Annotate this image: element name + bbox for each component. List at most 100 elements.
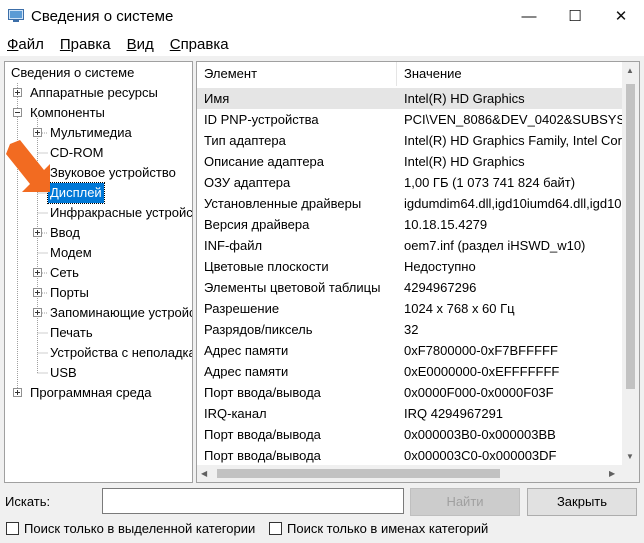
expand-icon[interactable] bbox=[33, 288, 42, 297]
cell-item: Тип адаптера bbox=[204, 133, 286, 148]
tree-root[interactable]: Сведения о системе bbox=[11, 63, 134, 83]
cell-item: Адрес памяти bbox=[204, 343, 289, 358]
cell-value: igdumdim64.dll,igd10iumd64.dll,igd10 bbox=[404, 196, 622, 211]
table-row[interactable]: Адрес памяти 0xF7800000-0xF7BFFFFF bbox=[197, 340, 623, 361]
close-dialog-button[interactable]: Закрыть bbox=[527, 488, 637, 516]
cell-value: 32 bbox=[404, 322, 419, 337]
cell-value: Intel(R) HD Graphics bbox=[404, 154, 525, 169]
vertical-scrollbar[interactable]: ▲ ▼ bbox=[622, 62, 639, 465]
search-label: Искать: bbox=[5, 494, 51, 509]
table-row[interactable]: ОЗУ адаптера 1,00 ГБ (1 073 741 824 байт) bbox=[197, 172, 623, 193]
category-tree[interactable]: Сведения о системе Аппаратные ресурсы Ко… bbox=[4, 61, 193, 483]
find-button[interactable]: Найти bbox=[410, 488, 520, 516]
scroll-right-icon[interactable]: ▶ bbox=[609, 469, 615, 478]
table-row[interactable]: Тип адаптера Intel(R) HD Graphics Family,… bbox=[197, 130, 624, 151]
column-header-item[interactable]: Элемент bbox=[197, 62, 397, 86]
table-row[interactable]: Порт ввода/вывода 0x000003B0-0x000003BB bbox=[197, 424, 623, 445]
table-row[interactable]: INF-файл oem7.inf (раздел iHSWD_w10) bbox=[197, 235, 623, 256]
details-list[interactable]: Элемент Значение Имя Intel(R) HD Graphics… bbox=[196, 61, 640, 483]
system-info-icon bbox=[8, 9, 24, 22]
scroll-left-icon[interactable]: ◀ bbox=[201, 469, 207, 478]
table-row[interactable]: Цветовые плоскости Недоступно bbox=[197, 256, 623, 277]
minimize-button[interactable]: — bbox=[506, 0, 552, 32]
table-row[interactable]: Элементы цветовой таблицы 4294967296 bbox=[197, 277, 623, 298]
table-row[interactable]: Адрес памяти 0xE0000000-0xEFFFFFFF bbox=[197, 361, 623, 382]
expand-icon[interactable] bbox=[13, 88, 22, 97]
menu-help[interactable]: Справка bbox=[162, 34, 237, 56]
vertical-scroll-thumb[interactable] bbox=[626, 84, 635, 389]
cell-item: Имя bbox=[204, 91, 230, 106]
expand-icon[interactable] bbox=[33, 268, 42, 277]
cell-item: ОЗУ адаптера bbox=[204, 175, 291, 190]
cell-item: Порт ввода/вывода bbox=[204, 427, 321, 442]
cell-item: IRQ-канал bbox=[204, 406, 267, 421]
menu-view[interactable]: Вид bbox=[119, 34, 162, 56]
table-row[interactable]: Порт ввода/вывода 0x000003C0-0x000003DF bbox=[197, 445, 623, 466]
table-row[interactable]: Установленные драйверы igdumdim64.dll,igd… bbox=[197, 193, 623, 214]
column-header-value[interactable]: Значение bbox=[397, 62, 622, 86]
cell-value: 0xF7800000-0xF7BFFFFF bbox=[404, 343, 558, 358]
expand-icon[interactable] bbox=[33, 308, 42, 317]
cell-value: IRQ 4294967291 bbox=[404, 406, 504, 421]
scroll-up-icon[interactable]: ▲ bbox=[626, 66, 634, 75]
expand-icon[interactable] bbox=[13, 388, 22, 397]
scroll-down-icon[interactable]: ▼ bbox=[626, 452, 634, 461]
cell-value: Intel(R) HD Graphics bbox=[404, 91, 525, 106]
cell-value: PCI\VEN_8086&DEV_0402&SUBSYS_85 bbox=[404, 112, 624, 127]
cell-value: 4294967296 bbox=[404, 280, 477, 295]
cell-item: Порт ввода/вывода bbox=[204, 448, 321, 463]
cell-item: Версия драйвера bbox=[204, 217, 310, 232]
cell-item: Цветовые плоскости bbox=[204, 259, 329, 274]
expand-icon[interactable] bbox=[33, 128, 42, 137]
cell-item: Установленные драйверы bbox=[204, 196, 362, 211]
table-row[interactable]: ID PNP-устройства PCI\VEN_8086&DEV_0402&S… bbox=[197, 109, 624, 130]
horizontal-scrollbar[interactable]: ◀ ▶ bbox=[197, 465, 622, 482]
horizontal-scroll-thumb[interactable] bbox=[217, 469, 500, 478]
menu-file[interactable]: Файл bbox=[0, 34, 52, 56]
cell-item: Элементы цветовой таблицы bbox=[204, 280, 381, 295]
collapse-icon[interactable] bbox=[13, 108, 22, 117]
checkbox-search-names[interactable] bbox=[269, 522, 282, 535]
cell-item: Разрядов/пиксель bbox=[204, 322, 313, 337]
cell-value: 0x000003C0-0x000003DF bbox=[404, 448, 557, 463]
cell-value: Недоступно bbox=[404, 259, 476, 274]
cell-value: 0x0000F000-0x0000F03F bbox=[404, 385, 554, 400]
table-row[interactable]: Разрядов/пиксель 32 bbox=[197, 319, 623, 340]
minimize-icon: — bbox=[521, 7, 537, 25]
table-row[interactable]: Имя Intel(R) HD Graphics bbox=[197, 88, 623, 109]
table-row[interactable]: Порт ввода/вывода 0x0000F000-0x0000F03F bbox=[197, 382, 623, 403]
table-row[interactable]: Версия драйвера 10.18.15.4279 bbox=[197, 214, 623, 235]
menu-edit[interactable]: Правка bbox=[52, 34, 119, 56]
close-icon: ✕ bbox=[614, 8, 628, 25]
table-row[interactable]: Разрешение 1024 x 768 x 60 Гц bbox=[197, 298, 623, 319]
cell-item: Разрешение bbox=[204, 301, 280, 316]
cell-item: ID PNP-устройства bbox=[204, 112, 319, 127]
cell-item: Адрес памяти bbox=[204, 364, 289, 379]
scrollbar-corner bbox=[622, 465, 639, 482]
maximize-icon: ☐ bbox=[568, 8, 582, 25]
maximize-button[interactable]: ☐ bbox=[552, 0, 598, 32]
annotation-arrow-icon bbox=[6, 140, 50, 192]
checkbox-search-selected-row[interactable]: Поиск только в выделенной категории bbox=[6, 520, 255, 537]
cell-item: INF-файл bbox=[204, 238, 263, 253]
expand-icon[interactable] bbox=[33, 228, 42, 237]
table-row[interactable]: Описание адаптера Intel(R) HD Graphics bbox=[197, 151, 623, 172]
checkbox-search-selected-label: Поиск только в выделенной категории bbox=[24, 521, 256, 536]
close-button[interactable]: ✕ bbox=[598, 0, 644, 32]
checkbox-search-selected[interactable] bbox=[6, 522, 19, 535]
cell-value: Intel(R) HD Graphics Family, Intel Corp bbox=[404, 133, 624, 148]
cell-item: Описание адаптера bbox=[204, 154, 325, 169]
cell-value: 10.18.15.4279 bbox=[404, 217, 488, 232]
cell-value: 0x000003B0-0x000003BB bbox=[404, 427, 556, 442]
window-title: Сведения о системе bbox=[31, 8, 174, 25]
title-bar: Сведения о системе — ☐ ✕ bbox=[0, 0, 644, 34]
menu-bar: Файл Правка Вид Справка bbox=[0, 34, 644, 56]
checkbox-search-names-row[interactable]: Поиск только в именах категорий bbox=[269, 520, 488, 537]
cell-value: oem7.inf (раздел iHSWD_w10) bbox=[404, 238, 586, 253]
table-row[interactable]: IRQ-канал IRQ 4294967291 bbox=[197, 403, 623, 424]
cell-item: Порт ввода/вывода bbox=[204, 385, 321, 400]
cell-value: 0xE0000000-0xEFFFFFFF bbox=[404, 364, 560, 379]
search-input[interactable] bbox=[102, 488, 404, 514]
checkbox-search-names-label: Поиск только в именах категорий bbox=[287, 521, 489, 536]
cell-value: 1024 x 768 x 60 Гц bbox=[404, 301, 515, 316]
